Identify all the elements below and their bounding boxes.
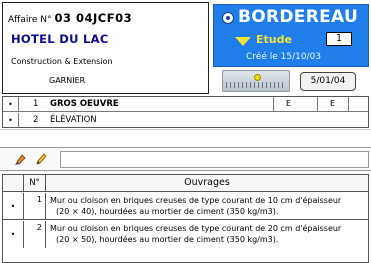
- section-label: GROS OEUVRE: [50, 99, 119, 109]
- ouvrages-table: N° Ouvrages • 1 Mur ou cloison en brique…: [2, 174, 369, 263]
- row-number: 1: [24, 193, 46, 219]
- brush-icon[interactable]: [14, 152, 28, 166]
- header-ouvrages[interactable]: Ouvrages: [46, 175, 368, 191]
- section-row[interactable]: • 1 GROS OEUVRE E E: [3, 97, 368, 112]
- column-divider: [273, 97, 274, 112]
- row-description-line: (20 × 40), hourdées au mortier de ciment…: [56, 207, 279, 216]
- bordereau-number-field[interactable]: 1: [326, 32, 352, 46]
- status-label[interactable]: Etude: [256, 33, 292, 46]
- toolbar: [0, 147, 371, 171]
- status-dropdown-triangle-icon[interactable]: [235, 37, 251, 46]
- section-bullet: •: [3, 97, 19, 111]
- project-description[interactable]: Construction & Extension: [11, 57, 113, 66]
- bordereau-panel: BORDEREAU Etude 1 Créé le 15/10/03: [213, 4, 369, 67]
- affaire-info-panel: Affaire N° 03 04JCF03 HOTEL DU LAC Constr…: [2, 2, 209, 94]
- row-bullet: •: [3, 221, 24, 248]
- created-date: Créé le 15/10/03: [246, 52, 322, 62]
- section-flag: E: [330, 99, 336, 108]
- section-bullet: •: [3, 113, 19, 128]
- header-number[interactable]: N°: [24, 175, 46, 191]
- row-description: Mur ou cloison en briques creuses de typ…: [50, 195, 368, 217]
- client-name[interactable]: GARNIER: [49, 76, 85, 85]
- bordereau-title: BORDEREAU: [238, 7, 359, 27]
- date-button[interactable]: 5/01/04: [300, 72, 356, 91]
- row-number: 2: [24, 221, 46, 248]
- row-description-line: Mur ou cloison en briques creuses de typ…: [50, 224, 342, 233]
- row-bullet: •: [3, 193, 24, 219]
- row-description-line: Mur ou cloison en briques creuses de typ…: [50, 196, 342, 205]
- separator-band: [0, 129, 371, 147]
- row-description-line: (20 × 50), hourdées au mortier de ciment…: [56, 235, 279, 244]
- affaire-line: Affaire N° 03 04JCF03: [8, 11, 132, 25]
- section-number: 1: [33, 99, 39, 109]
- table-row[interactable]: • 1 Mur ou cloison en briques creuses de…: [3, 193, 368, 220]
- bordereau-radio[interactable]: [222, 12, 234, 24]
- affaire-label: Affaire N°: [8, 15, 52, 25]
- pencil-icon[interactable]: [34, 152, 48, 166]
- section-row[interactable]: • 2 ÉLÉVATION: [3, 113, 368, 128]
- project-name[interactable]: HOTEL DU LAC: [11, 32, 109, 46]
- ruler-slider[interactable]: [222, 70, 290, 92]
- section-number: 2: [33, 115, 39, 125]
- edit-field[interactable]: [60, 151, 369, 168]
- table-header: N° Ouvrages: [3, 175, 368, 192]
- table-row[interactable]: • 2 Mur ou cloison en briques creuses de…: [3, 221, 368, 248]
- column-divider: [348, 97, 349, 112]
- column-divider: [317, 97, 318, 112]
- ruler-handle[interactable]: [254, 74, 261, 81]
- header-bullet-column: [3, 175, 24, 191]
- ruler-ticks: [226, 82, 286, 88]
- row-description: Mur ou cloison en briques creuses de typ…: [50, 223, 368, 245]
- sections-list: • 1 GROS OEUVRE E E • 2 ÉLÉVATION: [2, 96, 369, 128]
- section-label: ÉLÉVATION: [50, 115, 97, 125]
- affaire-number[interactable]: 03 04JCF03: [55, 11, 133, 25]
- section-flag: E: [286, 99, 292, 108]
